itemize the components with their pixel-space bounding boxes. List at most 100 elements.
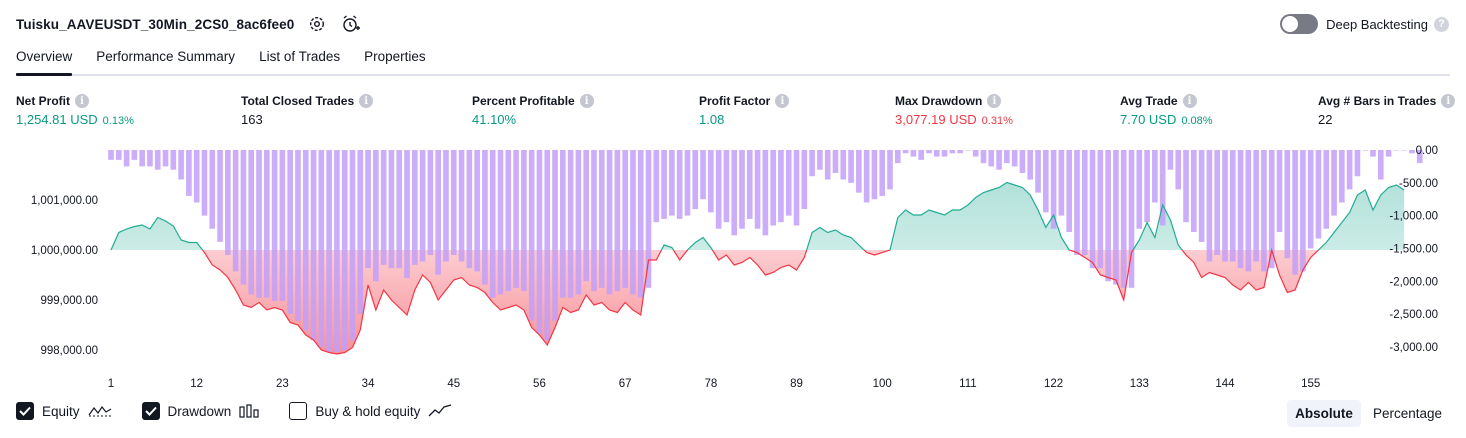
- drawdown-bar: [139, 150, 145, 167]
- drawdown-bar: [1120, 150, 1127, 288]
- drawdown-bar: [318, 150, 325, 347]
- y-tick-label-left: 1,000,000.00: [31, 245, 98, 257]
- drawdown-bar: [287, 150, 293, 315]
- right-axis: 0.00 -500.00 -1,000.00 -1,500.00 -2,000.00 -2…: [1389, 145, 1438, 354]
- tab-list-of-trades[interactable]: List of Trades: [259, 46, 340, 74]
- drawdown-bar: [1089, 150, 1096, 269]
- drawdown-bar: [1323, 150, 1330, 229]
- info-icon[interactable]: i: [359, 94, 374, 108]
- stat-percent: 0.31%: [981, 115, 1013, 127]
- y-tick-label-right: -1,500.00: [1389, 243, 1438, 255]
- drawdown-bar: [435, 150, 441, 275]
- stat-value: 163: [241, 112, 263, 127]
- drawdown-bar: [1113, 150, 1119, 285]
- drawdown-bar: [240, 150, 247, 285]
- drawdown-bar: [715, 150, 722, 229]
- drawdown-bar: [263, 150, 270, 298]
- stat-value: 7.70 USD: [1120, 112, 1177, 127]
- drawdown-bar: [824, 150, 831, 180]
- info-icon[interactable]: i: [775, 94, 790, 108]
- drawdown-bar: [606, 150, 613, 295]
- equity-drawdown-chart[interactable]: 1,001,000.00 1,000,000.00 999,000.00 998,00…: [0, 140, 1466, 396]
- x-tick-label: 133: [1130, 378, 1149, 390]
- absolute-button[interactable]: Absolute: [1287, 400, 1361, 427]
- tab-overview[interactable]: Overview: [16, 46, 73, 76]
- drawdown-bar: [310, 150, 317, 341]
- info-icon[interactable]: i: [579, 94, 594, 108]
- info-icon[interactable]: i: [987, 94, 1002, 108]
- drawdown-bar: [217, 150, 223, 242]
- legend-drawdown[interactable]: Drawdown: [141, 402, 260, 420]
- legend-buy-hold[interactable]: Buy & hold equity: [289, 402, 452, 420]
- legend-label: Equity: [42, 403, 80, 419]
- percentage-button[interactable]: Percentage: [1365, 400, 1450, 427]
- drawdown-bar: [1074, 150, 1080, 255]
- drawdown-bar: [918, 150, 924, 160]
- drawdown-bar: [1261, 150, 1267, 272]
- info-icon[interactable]: i: [1441, 94, 1456, 108]
- drawdown-bar: [731, 150, 738, 236]
- drawdown-bar: [832, 150, 839, 173]
- deep-backtesting-toggle[interactable]: [1280, 14, 1319, 34]
- y-tick-label-right: -1,000.00: [1389, 211, 1438, 223]
- stat-percent: 0.13%: [102, 115, 134, 127]
- drawdown-bar: [154, 150, 161, 170]
- stat-value: 1.08: [699, 112, 725, 127]
- stat-value: 1,254.81 USD: [16, 112, 98, 127]
- drawdown-bar: [1136, 150, 1143, 229]
- buy-hold-checkbox[interactable]: [289, 402, 308, 420]
- tab-performance-summary[interactable]: Performance Summary: [96, 46, 235, 74]
- stat-max-drawdown: Max Drawdown i 3,077.19 USD 0.31%: [895, 94, 1013, 127]
- equity-checkbox[interactable]: [16, 402, 34, 420]
- drawdown-bar: [926, 150, 932, 154]
- x-tick-label: 144: [1215, 378, 1235, 390]
- drawdown-bar: [575, 150, 582, 295]
- drawdown-bar: [684, 150, 691, 216]
- drawdown-bar: [528, 150, 535, 321]
- drawdown-bar: [1253, 150, 1259, 262]
- drawdown-bar: [427, 150, 434, 255]
- drawdown-bar: [1385, 150, 1392, 157]
- drawdown-bar: [793, 150, 800, 226]
- strategy-header: Tuisku_AAVEUSDT_30Min_2CS0_8ac6fee0: [16, 12, 362, 36]
- drawdown-bar: [1362, 150, 1369, 151]
- drawdown-bar: [941, 150, 948, 157]
- drawdown-bar: [871, 150, 878, 200]
- drawdown-bar: [637, 150, 644, 298]
- x-axis: 1 12 23 34 45 56 67 78 89 100 111 122 133 144 155: [108, 378, 1320, 390]
- info-icon[interactable]: i: [75, 94, 89, 108]
- y-tick-label-right: 0.00: [1416, 145, 1438, 157]
- x-tick-label: 122: [1044, 378, 1063, 390]
- drawdown-bar: [708, 150, 714, 213]
- drawdown-bar: [186, 150, 192, 196]
- drawdown-checkbox[interactable]: [141, 402, 160, 420]
- y-tick-label-left: 1,001,000.00: [31, 195, 98, 207]
- tab-properties[interactable]: Properties: [364, 46, 426, 74]
- info-icon[interactable]: i: [1182, 94, 1197, 108]
- alarm-clock-plus-icon[interactable]: [340, 13, 362, 35]
- help-icon[interactable]: ?: [1434, 16, 1449, 32]
- drawdown-bar: [193, 150, 200, 203]
- drawdown-bar: [108, 150, 114, 160]
- stat-value: 41.10%: [472, 112, 517, 127]
- drawdown-bar: [1144, 150, 1150, 223]
- drawdown-bar: [1011, 150, 1018, 167]
- drawdown-bar: [894, 150, 901, 164]
- drawdown-bar: [1214, 150, 1221, 255]
- drawdown-bar: [879, 150, 886, 196]
- legend-label: Buy & hold equity: [315, 403, 421, 419]
- x-tick-label: 89: [790, 378, 803, 390]
- drawdown-bar: [770, 150, 776, 226]
- drawdown-bar: [232, 150, 239, 272]
- drawdown-bar: [466, 150, 473, 269]
- drawdown-bar: [373, 150, 379, 282]
- drawdown-bar: [178, 150, 184, 180]
- legend-equity[interactable]: Equity: [16, 402, 112, 420]
- drawdown-bar: [552, 150, 558, 321]
- drawdown-bar: [419, 150, 426, 262]
- drawdown-bar: [692, 150, 699, 210]
- gear-icon[interactable]: [306, 13, 328, 35]
- drawdown-bar: [910, 150, 917, 157]
- drawdown-bar: [412, 150, 418, 265]
- drawdown-bar: [302, 150, 309, 331]
